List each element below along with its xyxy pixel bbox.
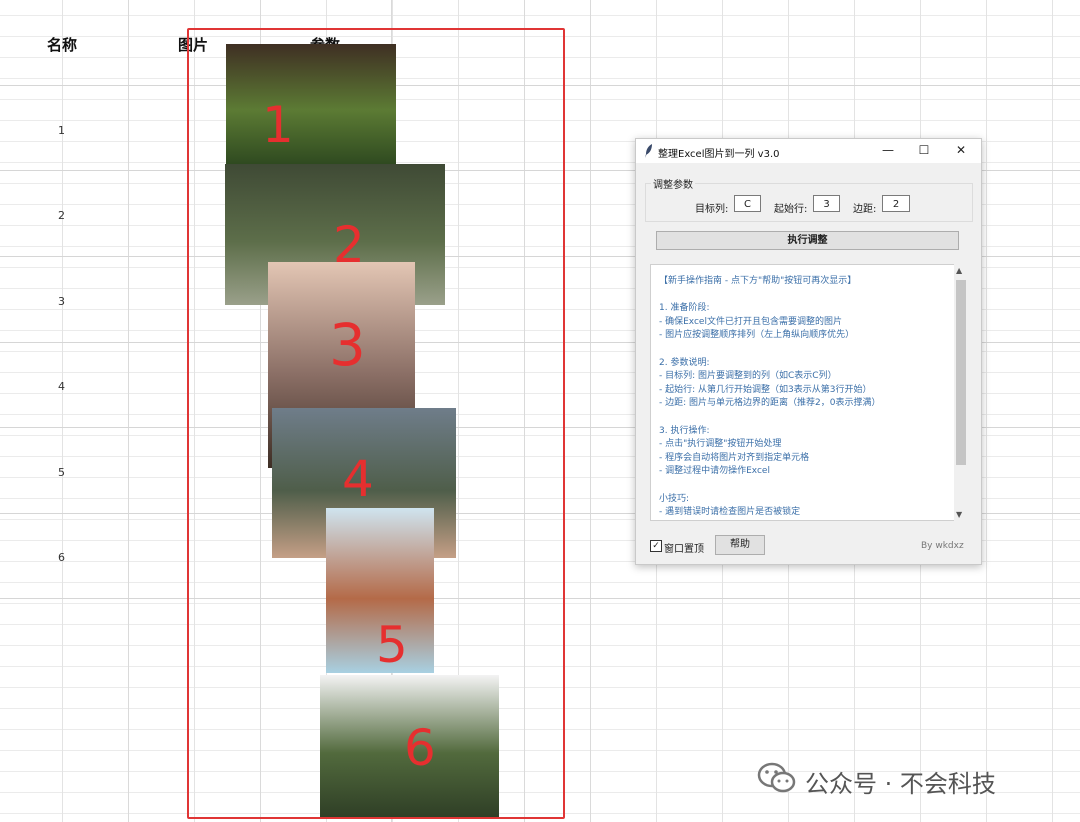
scroll-thumb[interactable]: [956, 280, 966, 465]
close-icon[interactable]: ✕: [954, 143, 968, 157]
maximize-icon[interactable]: ☐: [917, 143, 931, 157]
watermark: 公众号 · 不会科技: [757, 758, 1047, 798]
window-title: 整理Excel图片到一列 v3.0: [658, 149, 780, 160]
help-button[interactable]: 帮助: [715, 535, 765, 555]
watermark-text: 公众号 · 不会科技: [805, 770, 996, 798]
row-number-5[interactable]: 5: [58, 466, 65, 479]
feather-icon: [645, 144, 652, 158]
guide-line: 1. 准备阶段:: [659, 303, 710, 314]
scroll-up-icon[interactable]: ▲: [956, 266, 962, 275]
guide-line: - 边距: 图片与单元格边界的距离（推荐2，0表示撑满）: [659, 398, 881, 409]
row-number-1[interactable]: 1: [58, 124, 65, 137]
guide-line: - 起始行: 从第几行开始调整（如3表示从第3行开始）: [659, 384, 872, 395]
row-number-2[interactable]: 2: [58, 209, 65, 222]
guide-line: - 点击"执行调整"按钮开始处理: [659, 439, 782, 450]
tool-window: 整理Excel图片到一列 v3.0 — ☐ ✕ 调整参数 目标列: C 起始行:…: [635, 138, 982, 565]
highlight-frame: [187, 28, 565, 819]
margin-label: 边距:: [853, 204, 877, 215]
row-number-4[interactable]: 4: [58, 380, 65, 393]
guide-line: 【新手操作指南 - 点下方"帮助"按钮可再次显示】: [659, 276, 857, 286]
guide-line: - 目标列: 图片要调整到的列（如C表示C列）: [659, 371, 837, 382]
author-byline: By wkdxz: [921, 541, 964, 551]
guide-line: - 遇到错误时请检查图片是否被锁定: [659, 507, 801, 518]
header-name[interactable]: 名称: [47, 34, 77, 55]
row-number-3[interactable]: 3: [58, 295, 65, 308]
margin-input[interactable]: 2: [882, 195, 910, 212]
target-column-input[interactable]: C: [734, 195, 761, 212]
guide-line: - 程序会自动将图片对齐到指定单元格: [659, 452, 810, 463]
guide-line: - 确保Excel文件已打开且包含需要调整的图片: [659, 316, 842, 327]
guide-scrollbar[interactable]: ▲ ▼: [954, 264, 968, 521]
topmost-label[interactable]: 窗口置顶: [664, 540, 704, 555]
column-divider: [590, 0, 591, 822]
row-number-6[interactable]: 6: [58, 551, 65, 564]
start-row-input[interactable]: 3: [813, 195, 840, 212]
wechat-icon: [757, 762, 796, 793]
params-group-label: 调整参数: [651, 176, 695, 191]
topmost-checkbox[interactable]: ✓: [650, 540, 662, 552]
start-row-label: 起始行:: [774, 204, 808, 215]
run-adjust-button[interactable]: 执行调整: [656, 231, 959, 250]
target-column-label: 目标列:: [695, 204, 729, 215]
guide-line: - 图片应按调整顺序排列（左上角纵向顺序优先）: [659, 330, 855, 341]
window-titlebar[interactable]: 整理Excel图片到一列 v3.0 — ☐ ✕: [636, 139, 981, 163]
minimize-icon[interactable]: —: [881, 143, 895, 157]
guide-line: - 调整过程中请勿操作Excel: [659, 466, 770, 477]
guide-line: 3. 执行操作:: [659, 425, 710, 436]
guide-line: 2. 参数说明:: [659, 357, 710, 368]
column-divider: [128, 0, 129, 822]
guide-textarea[interactable]: 【新手操作指南 - 点下方"帮助"按钮可再次显示】 1. 准备阶段: - 确保Ex…: [650, 264, 956, 521]
guide-line: 小技巧:: [659, 493, 690, 504]
scroll-down-icon[interactable]: ▼: [956, 510, 962, 519]
